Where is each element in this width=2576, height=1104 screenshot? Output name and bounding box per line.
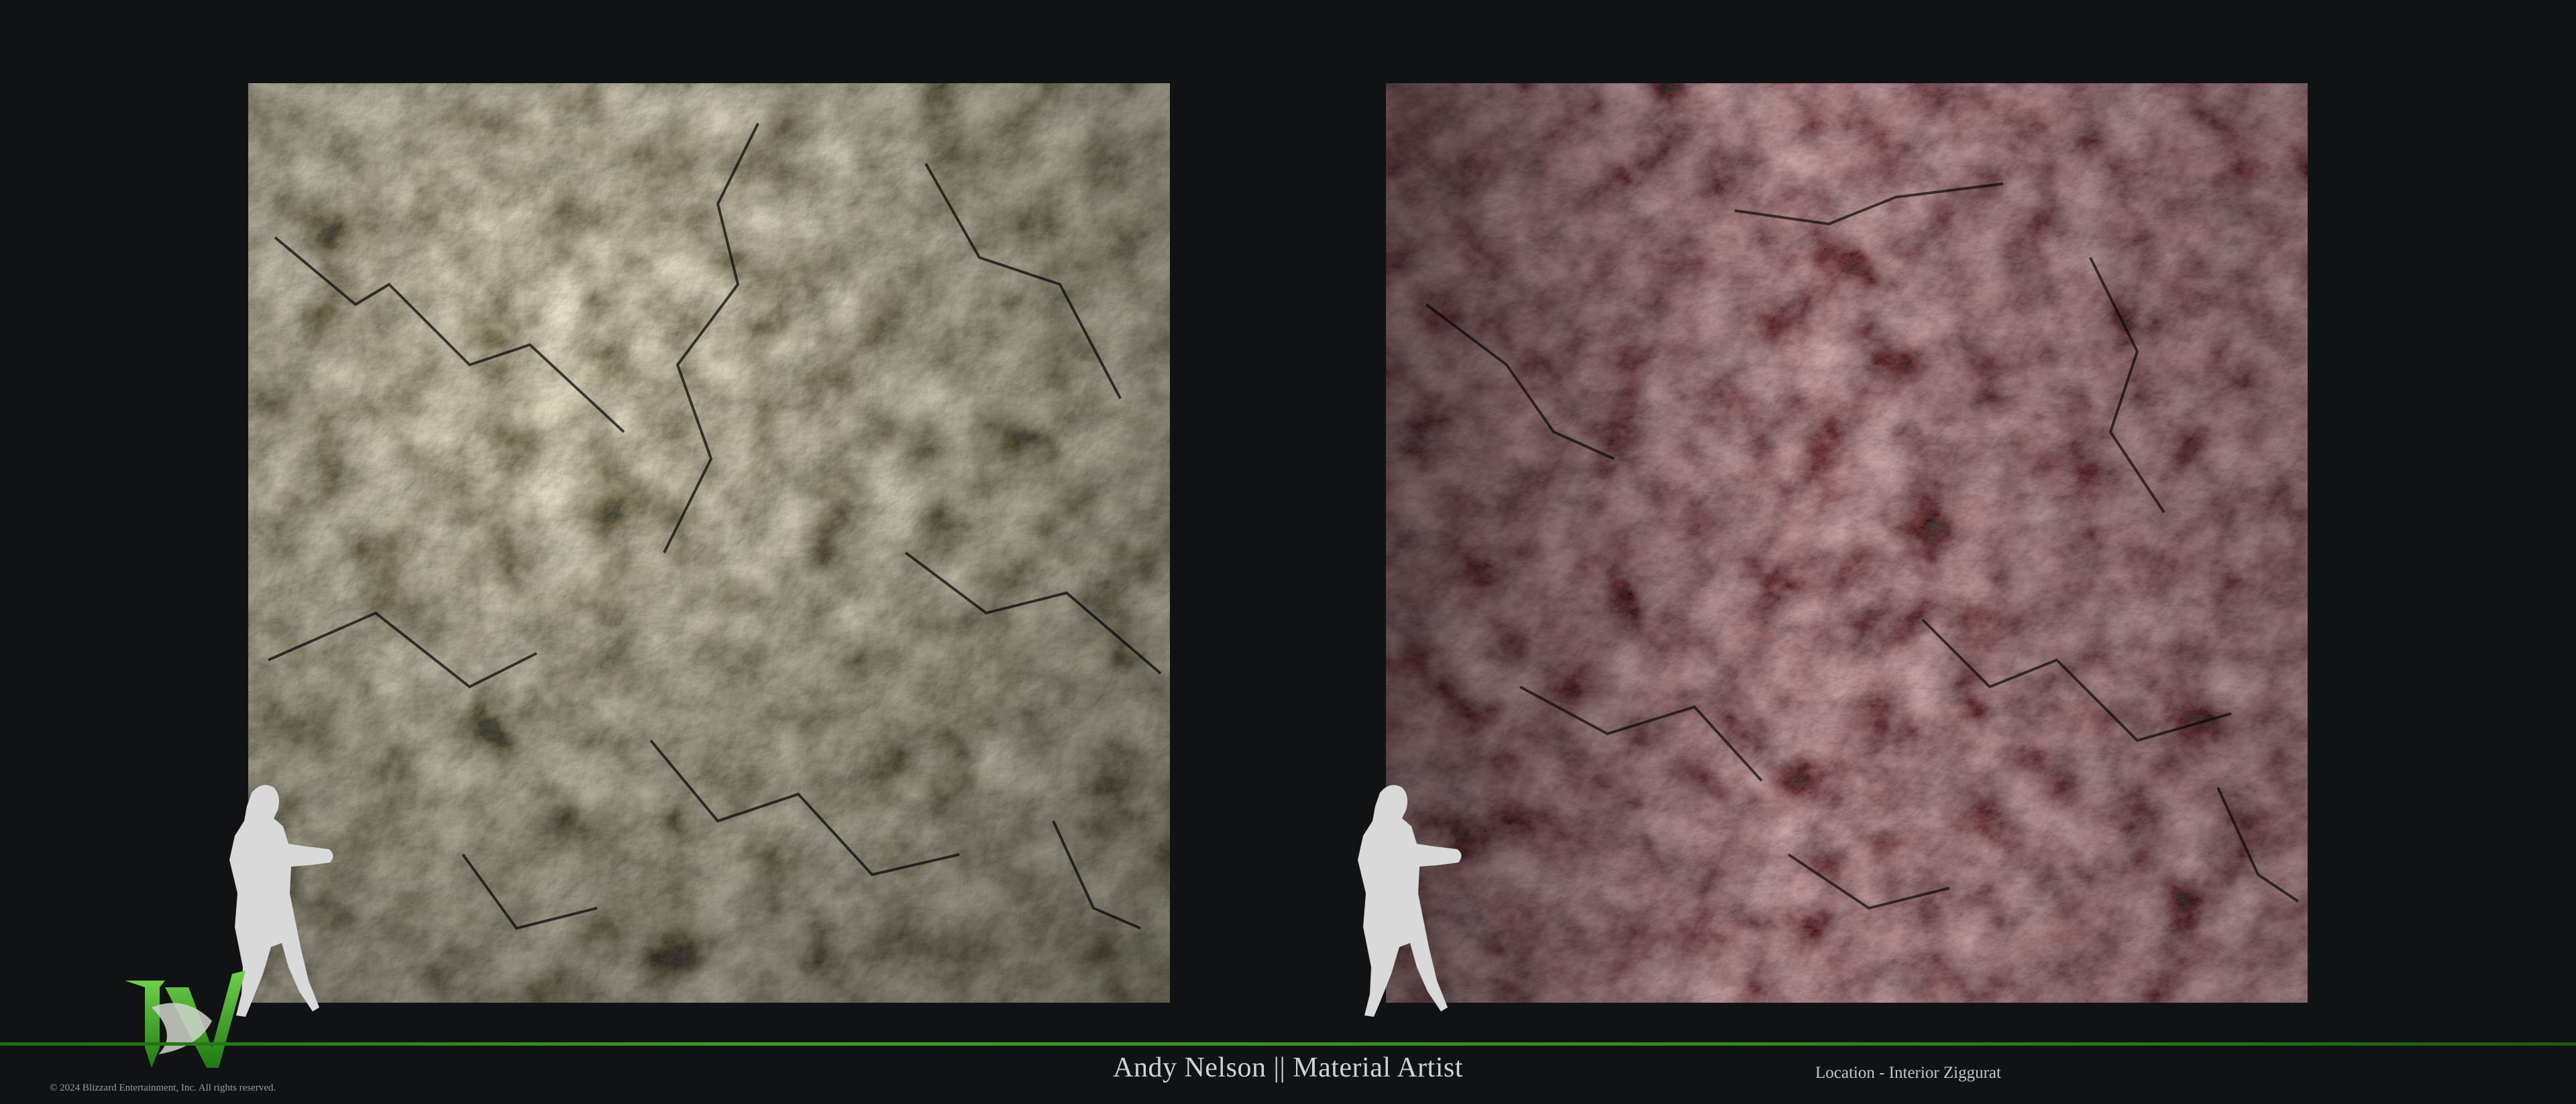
copyright-text: © 2024 Blizzard Entertainment, Inc. All … bbox=[50, 1083, 276, 1093]
footer-divider bbox=[0, 1042, 2576, 1046]
rock-texture-red bbox=[1386, 83, 2308, 1003]
location-label: Location - Interior Ziggurat bbox=[1815, 1064, 2001, 1082]
character-silhouette-icon bbox=[1358, 785, 1462, 1017]
material-swatch-grey-rock bbox=[248, 83, 1170, 1003]
artist-credit: Andy Nelson || Material Artist bbox=[1113, 1052, 1463, 1083]
rock-texture-grey bbox=[248, 83, 1170, 1003]
material-swatch-red-rock bbox=[1386, 83, 2308, 1003]
character-scale-silhouette bbox=[1316, 779, 1477, 1019]
